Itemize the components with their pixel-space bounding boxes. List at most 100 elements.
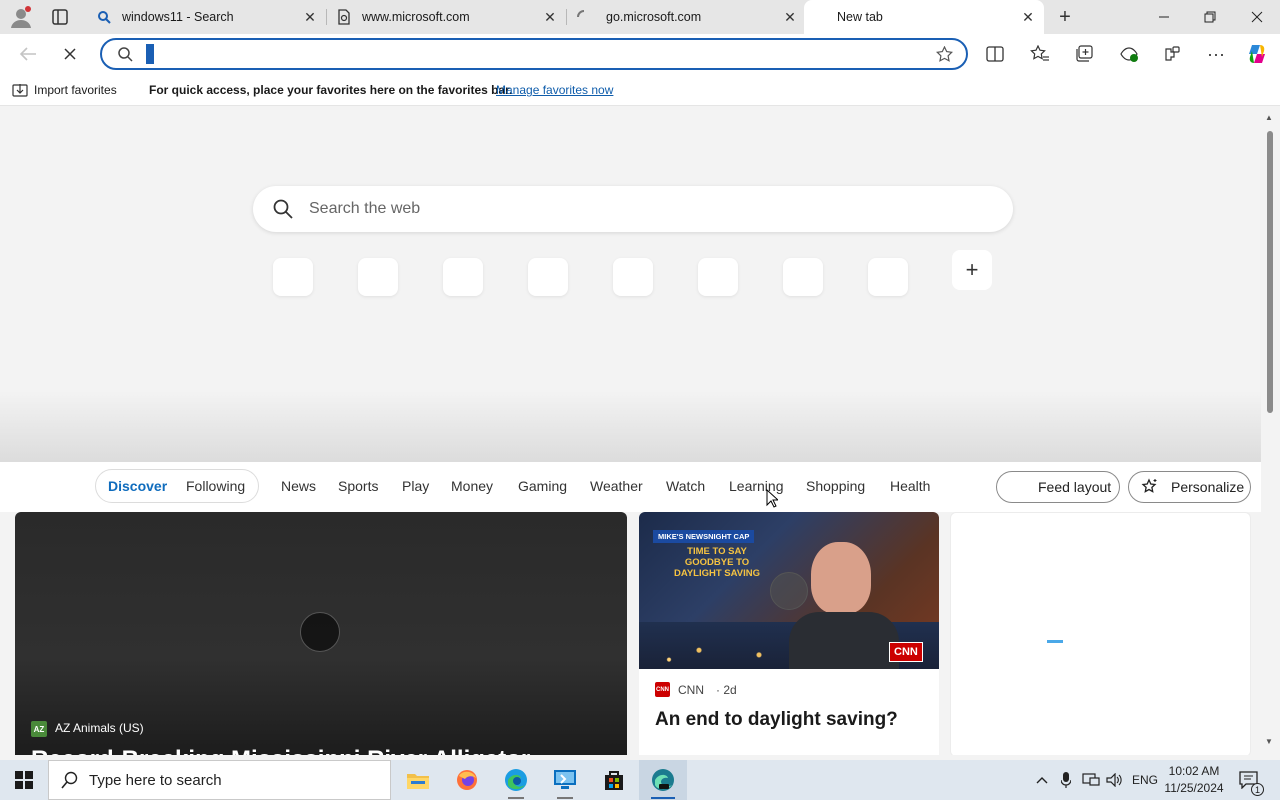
close-window-button[interactable]: [1234, 0, 1280, 34]
network-icon[interactable]: [1082, 771, 1100, 789]
volume-icon[interactable]: [1106, 771, 1124, 789]
add-quick-link-button[interactable]: +: [952, 250, 992, 290]
sparkle-star-icon: [1141, 478, 1159, 496]
favorites-icon[interactable]: [1028, 42, 1052, 66]
tab-go-microsoft[interactable]: go.microsoft.com ✕: [566, 0, 806, 34]
scroll-up-arrow-icon[interactable]: ▲: [1265, 113, 1273, 122]
tab-new-tab[interactable]: New tab ✕: [804, 0, 1044, 34]
tab-windows11-search[interactable]: windows11 - Search ✕: [86, 0, 326, 34]
close-icon[interactable]: ✕: [540, 7, 560, 27]
quick-link-tile[interactable]: [698, 258, 738, 296]
browser-essentials-icon[interactable]: [1117, 42, 1141, 66]
feed-layout-button[interactable]: Feed layout: [996, 471, 1120, 503]
category-news[interactable]: News: [281, 478, 316, 494]
feed-layout-label: Feed layout: [1038, 479, 1112, 495]
loading-spinner-icon: [770, 572, 808, 610]
language-indicator[interactable]: ENG: [1132, 771, 1158, 789]
favorite-star-icon[interactable]: [936, 45, 953, 66]
card-age: · 2d: [716, 683, 737, 697]
back-arrow-icon[interactable]: [16, 42, 40, 66]
category-shopping[interactable]: Shopping: [806, 478, 865, 494]
import-icon: [12, 82, 28, 101]
card-source: AZ Animals (US): [55, 721, 144, 735]
windows-start-icon[interactable]: [0, 760, 48, 800]
quick-link-tile[interactable]: [528, 258, 568, 296]
copilot-icon[interactable]: [1245, 42, 1269, 66]
category-weather[interactable]: Weather: [590, 478, 643, 494]
search-icon: [61, 771, 79, 789]
tab-title: New tab: [837, 10, 883, 24]
text-cursor-selection: [146, 44, 154, 64]
collections-icon[interactable]: [1072, 42, 1096, 66]
personalize-button[interactable]: Personalize: [1128, 471, 1251, 503]
feed-card-large[interactable]: AZ AZ Animals (US) Record-Breaking Missi…: [15, 512, 627, 755]
quick-link-tile[interactable]: [613, 258, 653, 296]
edge-icon[interactable]: [492, 760, 540, 800]
extensions-icon[interactable]: [1160, 42, 1184, 66]
import-favorites-button[interactable]: Import favorites: [34, 83, 117, 97]
edge-dev-icon[interactable]: [639, 760, 687, 800]
notification-count-badge: 1: [1251, 783, 1264, 796]
category-sports[interactable]: Sports: [338, 478, 378, 494]
quick-link-tile[interactable]: [358, 258, 398, 296]
feed-navigation: Discover Following News Sports Play Mone…: [0, 462, 1261, 512]
taskbar: Type here to search ENG 10:02 AM 11/25/2…: [0, 760, 1280, 800]
scroll-down-arrow-icon[interactable]: ▼: [1265, 737, 1273, 746]
show-hidden-icons-chevron-icon[interactable]: [1034, 771, 1050, 789]
tab-title: www.microsoft.com: [362, 10, 470, 24]
feed-card-cnn[interactable]: MIKE'S NEWSNIGHT CAP TIME TO SAY GOODBYE…: [639, 512, 939, 755]
tab-actions-icon[interactable]: [50, 7, 70, 27]
manage-favorites-link[interactable]: Manage favorites now: [496, 83, 613, 97]
restore-button[interactable]: [1187, 0, 1233, 34]
new-tab-page: Search the web + Discover Following News…: [0, 107, 1261, 755]
az-animals-logo-icon: AZ: [31, 721, 47, 737]
category-watch[interactable]: Watch: [666, 478, 705, 494]
remote-desktop-icon[interactable]: [541, 760, 589, 800]
personalize-label: Personalize: [1171, 479, 1245, 495]
taskbar-search-placeholder: Type here to search: [89, 771, 222, 789]
file-explorer-icon[interactable]: [394, 760, 442, 800]
microphone-icon[interactable]: [1058, 771, 1074, 789]
tab-title: go.microsoft.com: [606, 10, 702, 24]
tab-following[interactable]: Following: [186, 478, 245, 494]
profile-avatar[interactable]: [8, 5, 34, 29]
close-icon[interactable]: ✕: [300, 7, 320, 27]
tab-discover[interactable]: Discover: [108, 478, 167, 494]
quick-link-tile[interactable]: [868, 258, 908, 296]
close-icon[interactable]: ✕: [1018, 7, 1038, 27]
category-health[interactable]: Health: [890, 478, 930, 494]
firefox-icon[interactable]: [443, 760, 491, 800]
minimize-button[interactable]: [1141, 0, 1187, 34]
thumbnail-caption-top: MIKE'S NEWSNIGHT CAP: [653, 530, 755, 543]
card-source: CNN: [678, 683, 704, 697]
card-headline[interactable]: Record-Breaking Mississippi River Alliga…: [31, 746, 530, 755]
category-money[interactable]: Money: [451, 478, 493, 494]
ntp-search-box[interactable]: Search the web: [253, 186, 1013, 232]
category-play[interactable]: Play: [402, 478, 429, 494]
toolbar: ···: [0, 34, 1280, 74]
quick-link-tile[interactable]: [273, 258, 313, 296]
tab-microsoft[interactable]: www.microsoft.com ✕: [326, 0, 566, 34]
quick-link-tile[interactable]: [783, 258, 823, 296]
hero-section: Search the web +: [0, 107, 1261, 462]
split-screen-icon[interactable]: [983, 42, 1007, 66]
microsoft-store-icon[interactable]: [590, 760, 638, 800]
loading-icon: [576, 9, 592, 25]
taskbar-search-box[interactable]: Type here to search: [48, 760, 391, 800]
favorites-bar: Import favorites For quick access, place…: [0, 74, 1280, 106]
close-icon[interactable]: ✕: [780, 7, 800, 27]
tab-strip: windows11 - Search ✕ www.microsoft.com ✕…: [0, 0, 1280, 34]
ntp-search-placeholder[interactable]: Search the web: [309, 200, 420, 218]
stop-loading-icon[interactable]: [58, 42, 82, 66]
scrollbar-thumb[interactable]: [1267, 131, 1273, 413]
page-scrollbar[interactable]: ▲ ▼: [1261, 107, 1280, 755]
clock-date[interactable]: 11/25/2024: [1160, 781, 1228, 795]
category-gaming[interactable]: Gaming: [518, 478, 567, 494]
address-bar[interactable]: [100, 38, 968, 70]
plus-icon: +: [965, 257, 979, 282]
more-options-icon[interactable]: ···: [1204, 42, 1228, 66]
card-headline[interactable]: An end to daylight saving?: [655, 709, 898, 731]
quick-link-tile[interactable]: [443, 258, 483, 296]
new-tab-plus-icon[interactable]: +: [1054, 6, 1076, 28]
clock-time[interactable]: 10:02 AM: [1160, 764, 1228, 778]
